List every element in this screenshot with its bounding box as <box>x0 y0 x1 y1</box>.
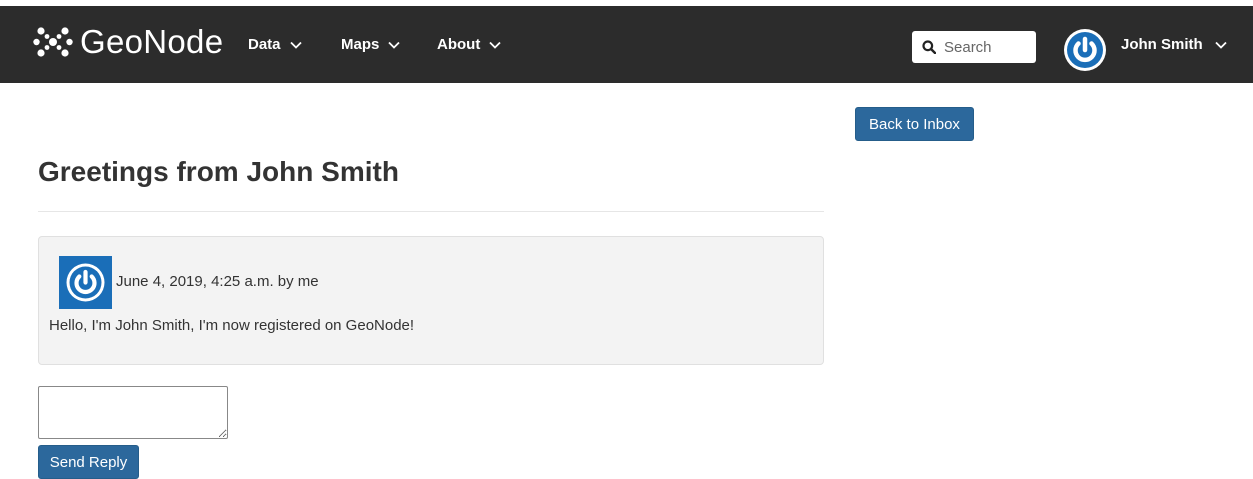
nav-about-label: About <box>437 36 481 53</box>
chevron-down-icon <box>388 41 400 49</box>
chevron-down-icon <box>289 41 302 49</box>
message-meta: June 4, 2019, 4:25 a.m. by me <box>116 273 319 290</box>
top-navbar: GeoNode Data Maps About John Smith <box>0 0 1253 83</box>
search-input[interactable] <box>944 38 1032 56</box>
back-to-inbox-button[interactable]: Back to Inbox <box>855 107 974 141</box>
message-card: June 4, 2019, 4:25 a.m. by me Hello, I'm… <box>38 236 824 365</box>
sender-avatar-icon <box>59 256 112 309</box>
geonode-logo-icon <box>33 27 73 57</box>
page-title: Greetings from John Smith <box>38 156 399 187</box>
search-icon <box>922 40 936 54</box>
chevron-down-icon <box>489 41 501 49</box>
brand-logo[interactable]: GeoNode <box>33 22 223 62</box>
nav-data-menu[interactable]: Data <box>248 36 302 53</box>
reply-textarea[interactable] <box>38 386 228 439</box>
nav-maps-menu[interactable]: Maps <box>341 36 400 53</box>
user-name: John Smith <box>1121 36 1203 53</box>
nav-data-label: Data <box>248 36 281 53</box>
brand-name: GeoNode <box>80 23 224 60</box>
user-menu[interactable]: John Smith <box>1121 36 1227 53</box>
message-body: Hello, I'm John Smith, I'm now registere… <box>49 317 415 334</box>
title-divider <box>38 211 824 212</box>
search-box[interactable] <box>912 31 1036 63</box>
nav-about-menu[interactable]: About <box>437 36 501 53</box>
user-avatar-icon[interactable] <box>1064 29 1106 71</box>
chevron-down-icon <box>1215 41 1227 49</box>
nav-maps-label: Maps <box>341 36 380 53</box>
